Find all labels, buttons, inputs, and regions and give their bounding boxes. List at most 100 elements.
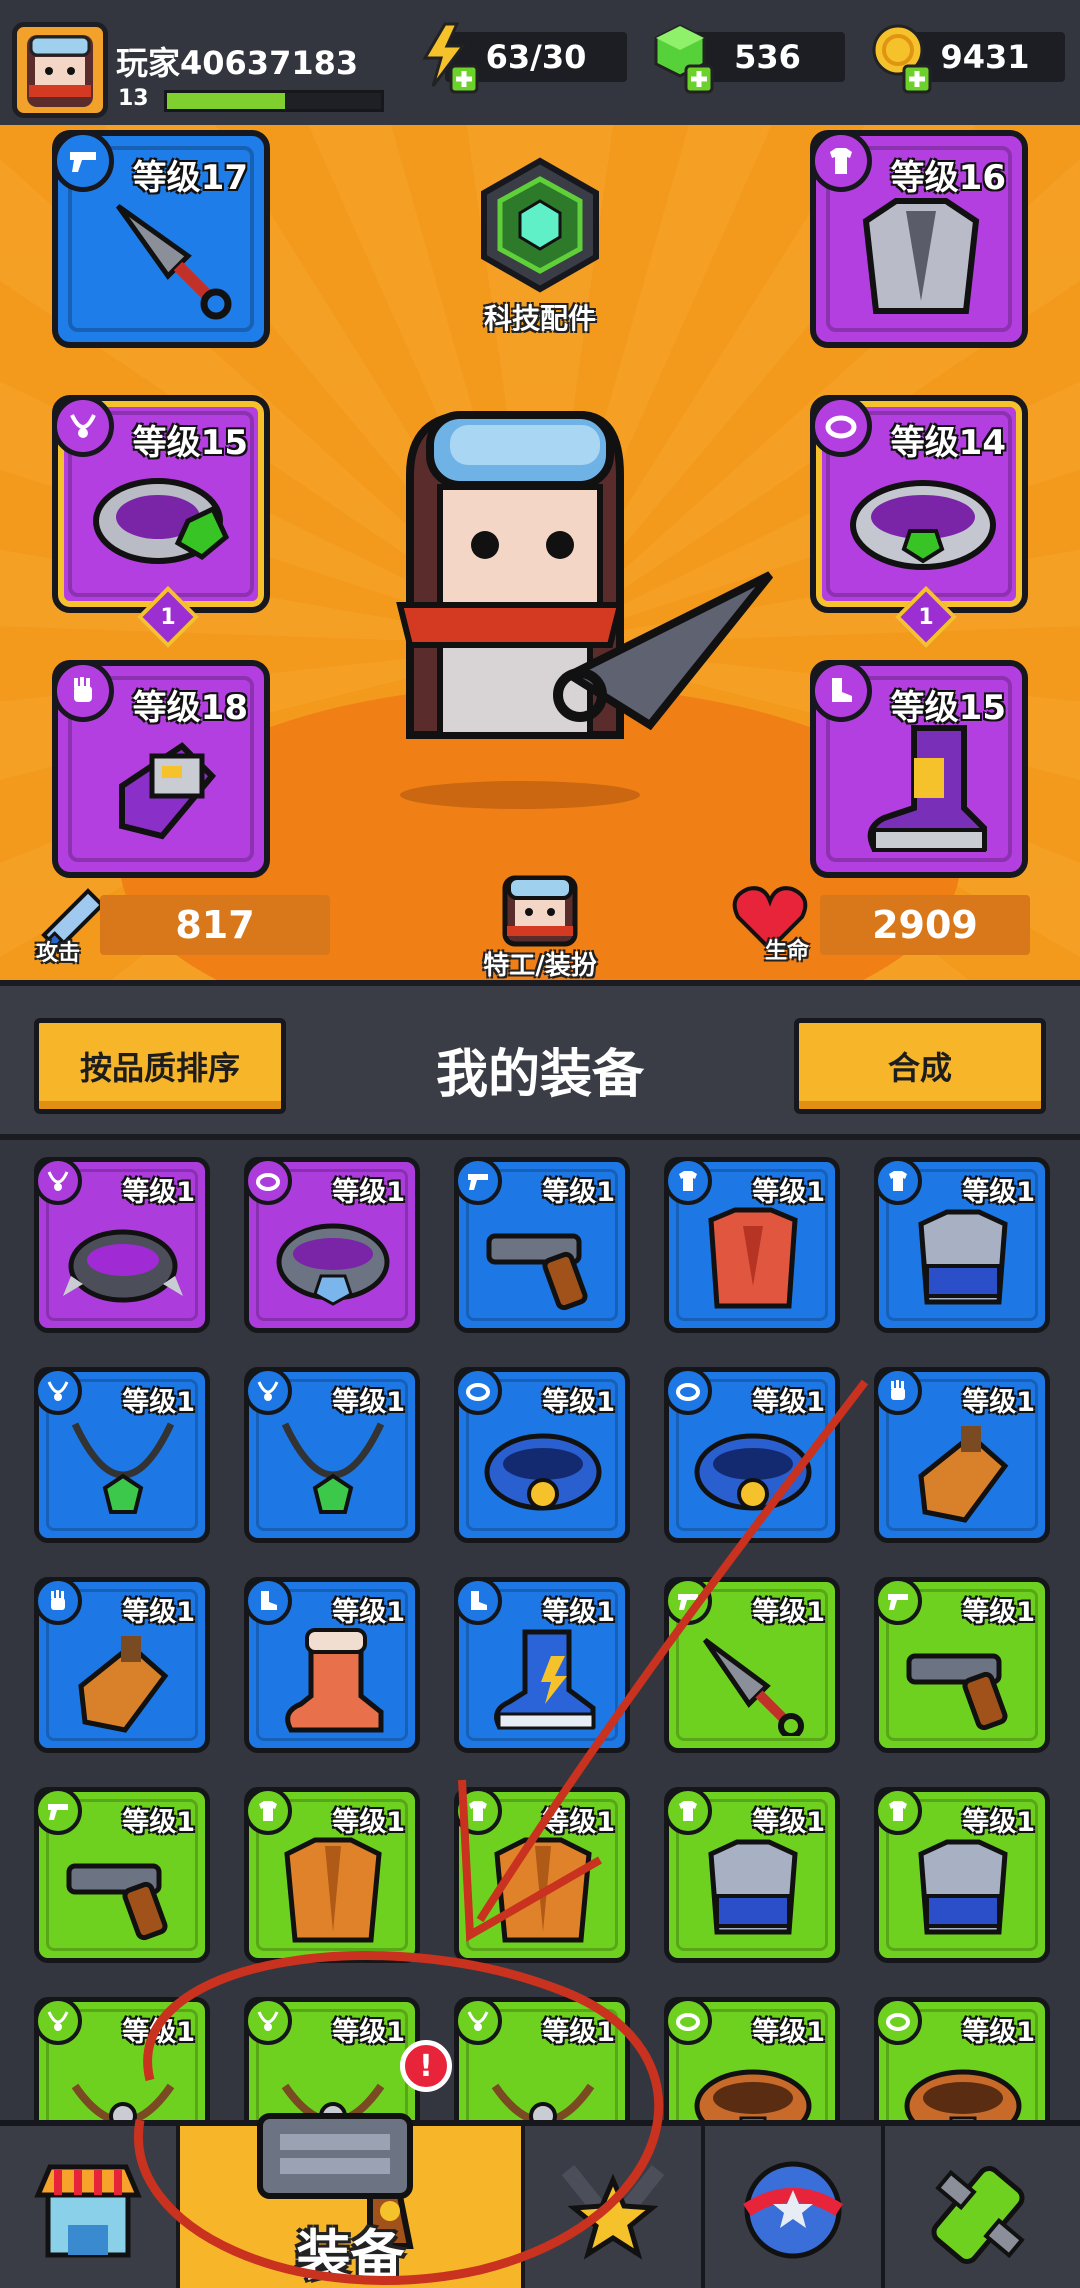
inventory-item-boots[interactable]: 等级1 [454,1577,630,1753]
item-level: 等级1 [122,1387,195,1418]
necklace-type-icon [454,1997,502,2045]
item-level: 等级1 [122,1177,195,1208]
bottom-nav: 装备 [0,2113,1080,2288]
brown-glove-icon [918,1426,1009,1523]
armor-type-icon [874,1157,922,1205]
belt-icon [694,2069,812,2120]
inventory-item-ring[interactable]: 等级1 [664,1997,840,2120]
inventory-item-necklace[interactable]: 等级1 [34,1367,210,1543]
slot-boots[interactable]: 等级15 [810,660,1028,878]
inventory-item-ring[interactable]: 等级1 [244,1157,420,1333]
revolver-icon [486,1233,588,1311]
avatar-portrait-icon [27,35,93,107]
ring-type-icon [454,1367,502,1415]
inventory-item-ring[interactable]: 等级1 [874,1997,1050,2120]
revolver-icon [906,1653,1008,1731]
inventory-item-weapon[interactable]: 等级1 [874,1577,1050,1753]
nav-tab-equipment[interactable]: 装备 [180,2113,525,2288]
item-level: 等级1 [752,2017,825,2048]
tech-part-button[interactable] [470,155,610,295]
inventory-item-weapon[interactable]: 等级1 [34,1787,210,1963]
gloves-type-icon [34,1577,82,1625]
energy-plus-icon[interactable] [415,20,483,96]
claw-glove-icon [119,742,217,840]
jacket-icon [494,1837,592,1943]
weapon-type-icon [664,1577,712,1625]
weapon-type-icon [34,1787,82,1835]
inventory-item-armor[interactable]: 等级1 [664,1157,840,1333]
item-level: 等级1 [542,1597,615,1628]
item-level: 等级1 [332,1597,405,1628]
green-pendant-icon [71,1422,175,1514]
rope-necklace-icon [491,2083,595,2120]
slot-armor[interactable]: 等级16 [810,130,1028,348]
inventory-item-necklace[interactable]: 等级1 [454,1997,630,2120]
agent-costume-button[interactable] [475,870,605,950]
item-level: 等级1 [752,1387,825,1418]
attack-value: 817 [100,895,330,955]
skills-icon [561,2165,665,2260]
inventory-item-armor[interactable]: 等级1 [874,1157,1050,1333]
inventory-item-necklace[interactable]: 等级1 [34,1157,210,1333]
belt-icon [904,2069,1022,2120]
merge-button[interactable]: 合成 [794,1018,1046,1114]
player-level: 13 [118,86,149,111]
inventory-item-weapon[interactable]: 等级1 [454,1157,630,1333]
inventory-item-armor[interactable]: 等级1 [874,1787,1050,1963]
inventory-item-armor[interactable]: 等级1 [454,1787,630,1963]
gloves-type-icon [874,1367,922,1415]
slot-necklace[interactable]: 等级15 1 [52,395,270,649]
red-vest-icon [708,1207,798,1309]
hero-panel: 等级17 等级15 1 等级18 等级16 等级14 1 等级15 科技配件 攻… [0,125,1080,980]
item-level: 等级1 [752,1597,825,1628]
slot-weapon[interactable]: 等级17 [52,130,270,348]
agent-costume-label: 特工/装扮 [483,951,597,980]
player-avatar[interactable] [12,22,108,118]
inventory-item-ring[interactable]: 等级1 [454,1367,630,1543]
sort-by-quality-button[interactable]: 按品质排序 [34,1018,286,1114]
slot-gloves[interactable]: 等级18 [52,660,270,878]
nav-tab-dna[interactable] [885,2126,1080,2288]
nav-tab-stars[interactable] [705,2126,885,2288]
revolver-icon [66,1863,168,1941]
inventory-item-ring[interactable]: 等级1 [664,1367,840,1543]
blue-ring-icon [694,1433,812,1511]
gem-plus-icon[interactable] [650,20,718,96]
slot-ring-level: 等级14 [890,423,1006,463]
armor-type-icon [874,1787,922,1835]
inventory-item-armor[interactable]: 等级1 [664,1787,840,1963]
inventory-item-necklace[interactable]: 等级1 [244,1367,420,1543]
ring-type-icon [244,1157,292,1205]
inventory-item-weapon[interactable]: 等级1 [664,1577,840,1753]
inventory-item-armor[interactable]: 等级1 [244,1787,420,1963]
dna-icon [931,2166,1025,2264]
coin-plus-icon[interactable] [868,20,936,96]
inventory-item-gloves[interactable]: 等级1 [874,1367,1050,1543]
armor-type-icon [664,1787,712,1835]
item-level: 等级1 [962,1807,1035,1838]
ring-icon [810,395,872,457]
boots-type-icon [454,1577,502,1625]
item-level: 等级1 [542,1387,615,1418]
weapon-type-icon [874,1577,922,1625]
armor-type-icon [244,1787,292,1835]
attack-label: 攻击 [36,941,81,966]
shop-icon [34,2164,142,2258]
item-level: 等级1 [752,1807,825,1838]
inventory-grid: 等级1 等级1 等级1 等级1 等级1 等级1 等级1 等级1 等级1 等级1 等级1 等级1 等级1 等… [0,1140,1080,2120]
item-level: 等级1 [332,2017,405,2048]
gun-icon [52,130,114,192]
inventory-item-gloves[interactable]: 等级1 [34,1577,210,1753]
slot-ring[interactable]: 等级14 1 [810,395,1028,649]
equipment-header: 按品质排序 我的装备 合成 [0,980,1080,1140]
item-level: 等级1 [962,1597,1035,1628]
nav-tab-shop[interactable] [0,2126,180,2288]
item-level: 等级1 [752,1177,825,1208]
item-level: 等级1 [122,2017,195,2048]
ring-type-icon [664,1367,712,1415]
inventory-item-necklace[interactable]: 等级1 [34,1997,210,2120]
armor-vest-icon [918,1209,1008,1305]
inventory-item-boots[interactable]: 等级1 [244,1577,420,1753]
nav-tab-skills[interactable] [525,2126,705,2288]
kunai-icon [702,1637,804,1736]
